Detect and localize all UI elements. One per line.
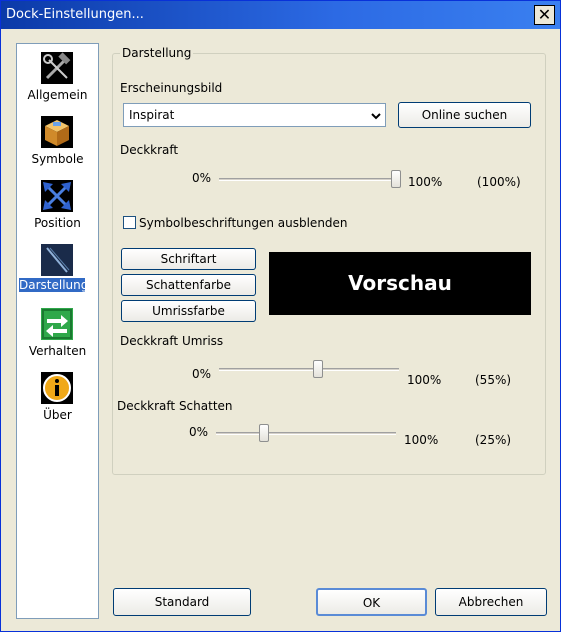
sidebar-item-label: Darstellung [19,278,89,292]
close-button[interactable]: ✕ [534,5,555,25]
font-button[interactable]: Schriftart [121,248,256,270]
sidebar-item-darstellung[interactable]: Darstellung [17,240,98,302]
arrows-icon [41,180,73,212]
package-icon [41,116,73,148]
shadow-opacity-label: Deckkraft Schatten [117,399,233,413]
sidebar-item-label: Allgemein [27,88,88,102]
shadow-max-label: 100% [404,433,439,447]
groupbox-title: Darstellung [120,46,194,60]
chevron-down-icon [371,113,381,120]
sidebar-item-label: Verhalten [28,344,87,358]
cancel-button[interactable]: Abbrechen [435,588,547,616]
opacity-max-label: 100% [408,175,443,189]
outline-slider-thumb[interactable] [312,360,323,378]
outline-min-label: 0% [192,367,212,381]
outline-value: (55%) [475,373,512,387]
title-bar[interactable]: Dock-Einstellungen... ✕ [1,1,560,29]
dialog-window: Dock-Einstellungen... ✕ Allgemein Symbol… [0,0,561,632]
outline-opacity-label: Deckkraft Umriss [120,334,224,348]
close-icon: ✕ [537,5,552,24]
category-sidebar: Allgemein Symbole Position Darstellung V… [16,43,99,619]
sidebar-item-position[interactable]: Position [17,176,98,238]
opacity-slider-thumb[interactable] [391,170,401,188]
opacity-label: Deckkraft [120,143,179,157]
sidebar-item-label: Symbole [31,152,84,166]
standard-button[interactable]: Standard [113,588,251,616]
opacity-value: (100%) [477,175,521,189]
outline-color-button[interactable]: Umrissfarbe [121,300,256,322]
brush-icon [41,244,73,276]
sidebar-item-label: Position [34,216,81,230]
outline-slider-track [219,368,399,371]
sidebar-item-label: Über [43,408,72,422]
sidebar-item-allgemein[interactable]: Allgemein [17,48,98,110]
window-title: Dock-Einstellungen... [6,7,144,22]
shadow-min-label: 0% [189,425,209,439]
hide-labels-checkbox[interactable] [123,216,136,229]
sidebar-item-symbole[interactable]: Symbole [17,112,98,174]
outline-max-label: 100% [407,373,442,387]
shadow-slider-thumb[interactable] [258,424,269,442]
preview-text: Vorschau [348,271,452,295]
opacity-min-label: 0% [192,171,212,185]
hide-labels-label: Symbolbeschriftungen ausblenden [139,216,348,230]
ok-button[interactable]: OK [316,588,427,616]
appearance-select[interactable]: Inspirat [123,103,386,127]
shadow-value: (25%) [475,433,512,447]
preview-panel: Vorschau [269,252,531,315]
shadow-color-button[interactable]: Schattenfarbe [121,274,256,296]
online-search-button[interactable]: Online suchen [398,102,531,128]
sidebar-item-ueber[interactable]: Über [17,368,98,430]
info-icon [41,372,73,404]
appearance-select-value: Inspirat [129,108,175,122]
appearance-label: Erscheinungsbild [120,81,223,95]
shadow-slider-track [216,432,396,435]
tools-icon [41,52,73,84]
opacity-slider-track [219,178,401,181]
green-arrows-icon [41,308,73,340]
sidebar-item-verhalten[interactable]: Verhalten [17,304,98,366]
